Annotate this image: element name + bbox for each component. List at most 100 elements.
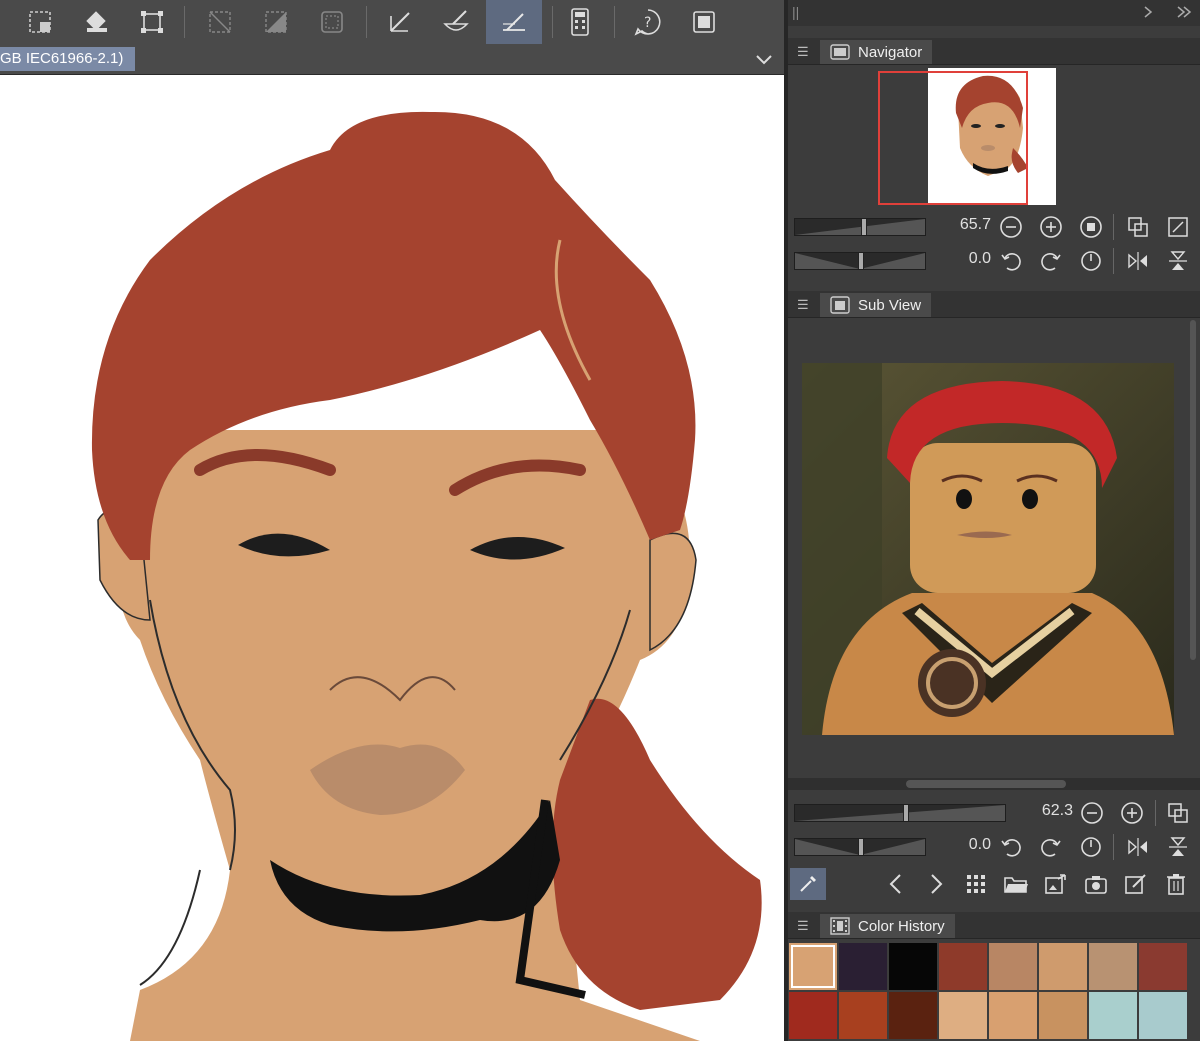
flip-horizontal-icon[interactable] (1124, 247, 1152, 275)
toolbar-separator (366, 6, 367, 38)
navigator-rotate-row: 0.0 (788, 244, 1200, 278)
collapse-panel-icon[interactable] (1174, 2, 1194, 27)
navigator-zoom-value: 65.7 (959, 216, 991, 233)
rotate-left-icon[interactable] (997, 833, 1025, 861)
zoom-out-icon[interactable] (997, 213, 1025, 241)
menu-icon[interactable]: ☰ (797, 44, 809, 60)
document-tab[interactable]: GB IEC61966-2.1) (0, 47, 136, 71)
subview-tab[interactable]: Sub View (820, 293, 932, 317)
fit-to-window-icon[interactable] (1164, 213, 1192, 241)
actual-size-icon[interactable] (1077, 213, 1105, 241)
color-swatch[interactable] (989, 992, 1037, 1039)
panel-header-strip: || (788, 0, 1200, 26)
navigator-rotate-slider[interactable] (794, 252, 926, 270)
subview-area[interactable] (788, 318, 1200, 778)
rotate-left-icon[interactable] (997, 247, 1025, 275)
import-image-icon[interactable] (1042, 870, 1070, 898)
selection-border-icon[interactable] (308, 0, 356, 44)
drawing-canvas[interactable] (0, 75, 784, 1041)
grip-icon[interactable]: || (792, 4, 799, 20)
select-all-icon[interactable] (16, 0, 64, 44)
rotate-right-icon[interactable] (1037, 247, 1065, 275)
chevron-down-icon[interactable] (752, 48, 776, 75)
zoom-out-icon[interactable] (1078, 799, 1106, 827)
color-swatch[interactable] (939, 992, 987, 1039)
color-swatch[interactable] (889, 992, 937, 1039)
eyedropper-icon[interactable] (790, 868, 826, 900)
chevron-right-icon[interactable] (1140, 2, 1156, 27)
divider (1113, 834, 1114, 860)
color-swatch[interactable] (889, 943, 937, 990)
help-icon[interactable]: ? (624, 0, 672, 44)
menu-icon[interactable]: ☰ (797, 918, 809, 934)
next-image-icon[interactable] (922, 870, 950, 898)
color-swatch[interactable] (1089, 992, 1137, 1039)
right-panel: || ☰ Navigator 65.7 0.0 ☰ Sub View 62.3 … (788, 0, 1200, 1041)
flip-vertical-icon[interactable] (1164, 833, 1192, 861)
zoom-in-icon[interactable] (1037, 213, 1065, 241)
toolbar-separator (184, 6, 185, 38)
deselect-icon[interactable] (196, 0, 244, 44)
camera-icon[interactable] (1082, 870, 1110, 898)
subview-rotate-row: 0.0 (788, 830, 1200, 864)
reset-rotation-icon[interactable] (1077, 833, 1105, 861)
navigator-zoom-slider[interactable] (794, 218, 926, 236)
fill-icon[interactable] (72, 0, 120, 44)
color-swatch[interactable] (839, 943, 887, 990)
subview-zoom-slider[interactable] (794, 804, 1006, 822)
color-swatch[interactable] (1039, 943, 1087, 990)
grid-icon[interactable] (962, 870, 990, 898)
flip-vertical-icon[interactable] (1164, 247, 1192, 275)
color-swatch[interactable] (1139, 992, 1187, 1039)
divider (1155, 800, 1156, 826)
color-swatch[interactable] (789, 992, 837, 1039)
film-strip-icon (830, 917, 850, 935)
subview-rotate-slider[interactable] (794, 838, 926, 856)
flip-horizontal-icon[interactable] (1124, 833, 1152, 861)
color-history-tab[interactable]: Color History (820, 914, 955, 938)
edit-image-icon[interactable] (1122, 870, 1150, 898)
document-tab-bar: GB IEC61966-2.1) (0, 44, 784, 75)
subview-actions-row (788, 866, 1200, 902)
navigator-title: Navigator (858, 43, 923, 61)
color-swatch[interactable] (989, 943, 1037, 990)
portrait-drawing (91, 111, 762, 1041)
color-swatch[interactable] (1039, 992, 1087, 1039)
fit-to-navigator-icon[interactable] (1164, 799, 1192, 827)
subview-vertical-scrollbar[interactable] (1190, 320, 1196, 660)
zoom-in-icon[interactable] (1118, 799, 1146, 827)
navigator-preview-area[interactable] (788, 65, 1200, 205)
color-swatch[interactable] (1089, 943, 1137, 990)
navigator-view-frame[interactable] (878, 71, 1028, 205)
subview-horizontal-scrollbar[interactable] (788, 778, 1200, 790)
fit-to-navigator-icon[interactable] (1124, 213, 1152, 241)
menu-icon[interactable]: ☰ (797, 297, 809, 313)
brush-ruler-icon[interactable] (432, 0, 480, 44)
toolbar-separator (614, 6, 615, 38)
color-swatch[interactable] (789, 943, 837, 990)
transform-icon[interactable] (128, 0, 176, 44)
canvas-window-icon[interactable] (680, 0, 728, 44)
previous-image-icon[interactable] (882, 870, 910, 898)
rotate-right-icon[interactable] (1037, 833, 1065, 861)
open-folder-icon[interactable] (1002, 870, 1030, 898)
calculator-icon[interactable] (556, 0, 604, 44)
toolbar-separator (552, 6, 553, 38)
subview-icon (830, 296, 850, 314)
color-swatch[interactable] (839, 992, 887, 1039)
navigator-titlebar: ☰ Navigator (788, 38, 1200, 65)
color-swatch[interactable] (939, 943, 987, 990)
trash-icon[interactable] (1162, 870, 1190, 898)
subview-title: Sub View (858, 296, 922, 314)
color-swatch[interactable] (1139, 943, 1187, 990)
perspective-ruler-icon[interactable] (486, 0, 542, 44)
reset-rotation-icon[interactable] (1077, 247, 1105, 275)
subview-zoom-row: 62.3 (788, 796, 1200, 830)
svg-text:?: ? (644, 15, 651, 31)
ruler-line-icon[interactable] (376, 0, 424, 44)
navigator-tab[interactable]: Navigator (820, 40, 933, 64)
color-history-grid (788, 941, 1200, 1041)
scrollbar-thumb[interactable] (906, 780, 1066, 788)
invert-selection-icon[interactable] (252, 0, 300, 44)
reference-image (802, 363, 1174, 735)
